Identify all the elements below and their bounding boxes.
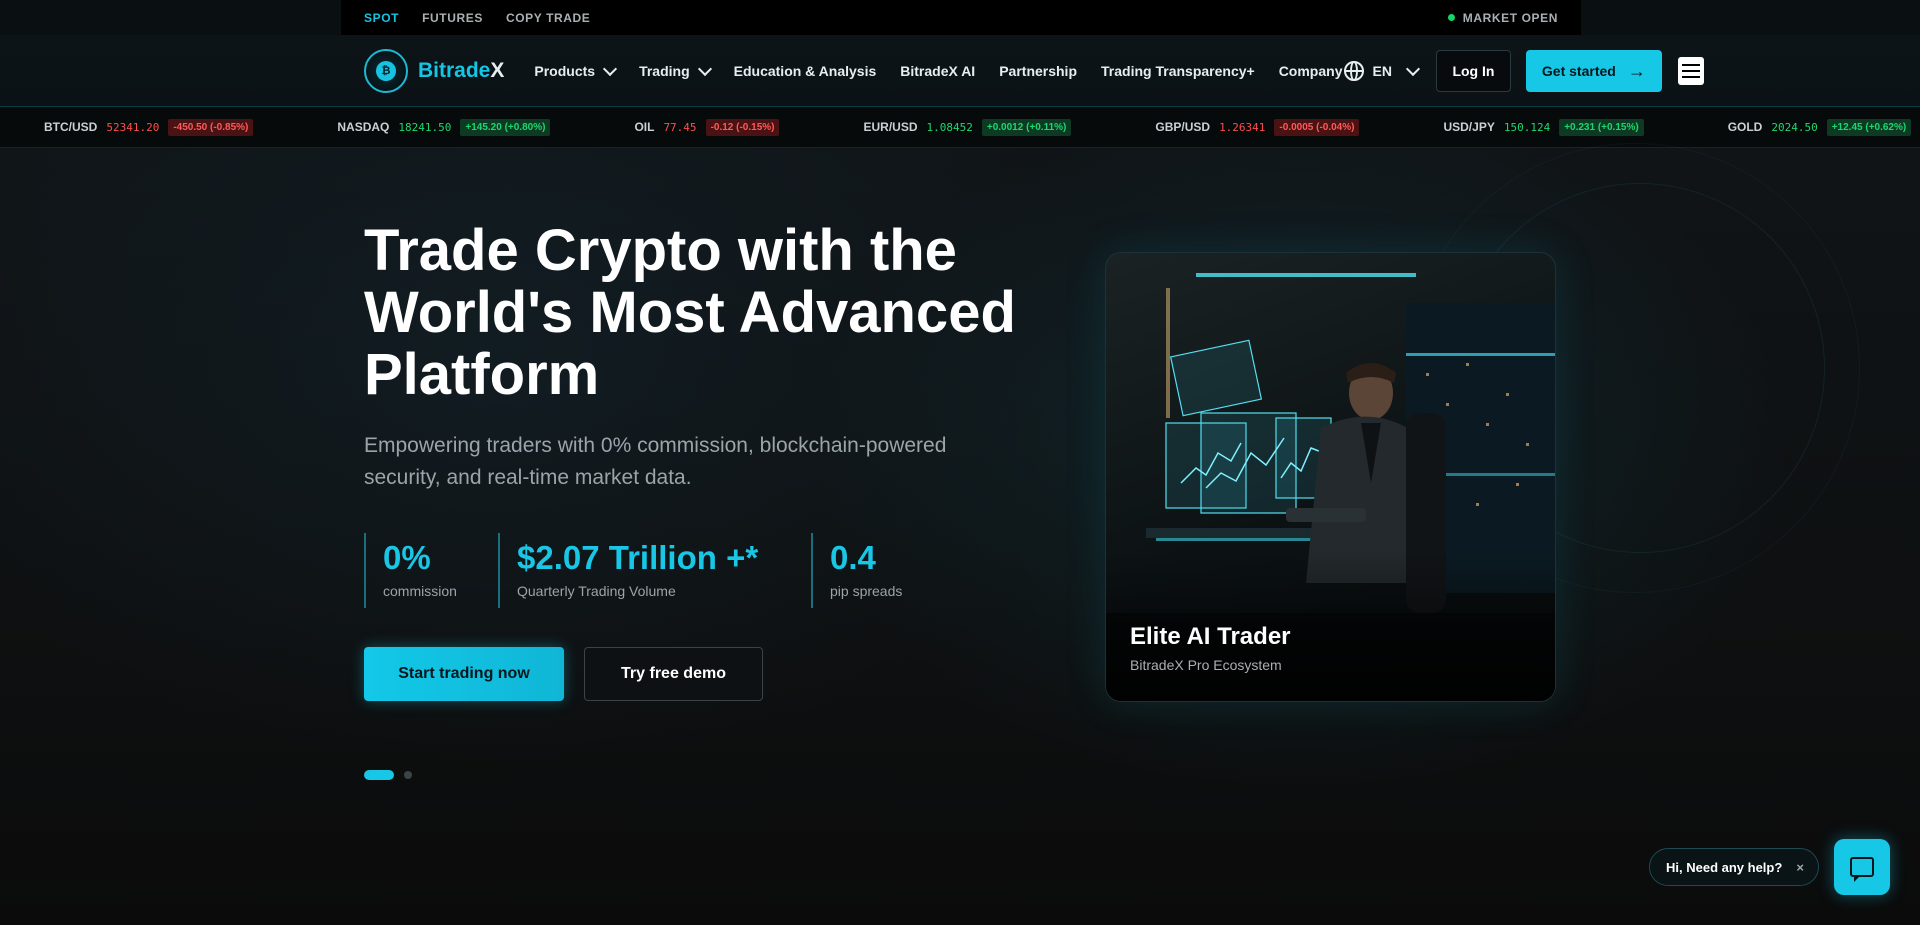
ticker-change: -0.0005 (-0.04%) bbox=[1274, 118, 1360, 136]
ticker-item[interactable]: OIL 77.45 -0.12 (-0.15%) bbox=[634, 118, 780, 136]
chevron-down-icon bbox=[1405, 61, 1421, 76]
card-title: Elite AI Trader bbox=[1130, 623, 1291, 650]
ticker-price: 1.08452 bbox=[926, 120, 973, 134]
ticker-symbol: USD/JPY bbox=[1443, 120, 1495, 134]
stat-value: 0.4 bbox=[830, 539, 876, 576]
nav-trading[interactable]: Trading bbox=[639, 61, 712, 79]
chat-bubble-icon bbox=[1850, 857, 1874, 882]
nav-partnership[interactable]: Partnership bbox=[999, 63, 1077, 79]
ticker-change: +0.231 (+0.15%) bbox=[1559, 118, 1644, 136]
market-status-label: MARKET OPEN bbox=[1462, 10, 1558, 25]
ticker-symbol: GOLD bbox=[1727, 120, 1763, 134]
arrow-right-icon: → bbox=[1627, 60, 1646, 81]
ticker-symbol: BTC/USD bbox=[44, 120, 98, 134]
stat-label: commission bbox=[383, 583, 457, 599]
language-selector[interactable]: EN bbox=[1344, 61, 1421, 81]
ticker-change: -0.12 (-0.15%) bbox=[705, 118, 780, 136]
carousel-dot-active[interactable] bbox=[364, 770, 394, 780]
ticker-symbol: EUR/USD bbox=[863, 120, 918, 134]
language-label: EN bbox=[1372, 63, 1392, 79]
hero-section: Trade Crypto with the World's Most Advan… bbox=[0, 143, 1920, 925]
ticker-item[interactable]: GOLD 2024.50 +12.45 (+0.62%) bbox=[1727, 118, 1912, 136]
chevron-down-icon bbox=[602, 61, 618, 76]
menu-icon[interactable] bbox=[1677, 57, 1704, 85]
start-trading-button[interactable]: Start trading now bbox=[364, 647, 564, 701]
chat-button[interactable] bbox=[1834, 839, 1890, 895]
globe-icon bbox=[1344, 61, 1365, 81]
logo-icon: ₿ bbox=[364, 49, 408, 93]
ticker-price: 1.26341 bbox=[1219, 120, 1266, 134]
get-started-label: Get started bbox=[1541, 63, 1616, 79]
ticker-price: 2024.50 bbox=[1771, 120, 1818, 134]
ticker-change: +145.20 (+0.80%) bbox=[460, 118, 551, 136]
mode-copy-trade[interactable]: COPY TRADE bbox=[506, 11, 590, 25]
chat-prompt[interactable]: Hi, Need any help? × bbox=[1649, 848, 1819, 886]
market-ticker: BTC/USD 52341.20 -450.50 (-0.85%) NASDAQ… bbox=[0, 107, 1920, 148]
stat-label: pip spreads bbox=[830, 583, 903, 599]
card-subtitle: BitradeX Pro Ecosystem bbox=[1130, 657, 1282, 673]
chat-prompt-label: Hi, Need any help? bbox=[1666, 859, 1783, 875]
ticker-price: 18241.50 bbox=[398, 120, 452, 134]
stat-value: 0% bbox=[383, 539, 431, 576]
ticker-price: 77.45 bbox=[663, 120, 697, 134]
chevron-down-icon bbox=[697, 61, 712, 76]
ticker-symbol: GBP/USD bbox=[1155, 120, 1211, 134]
nav-trading-label: Trading bbox=[639, 63, 690, 79]
status-dot-icon bbox=[1447, 14, 1455, 21]
hero-image-card: Elite AI Trader BitradeX Pro Ecosystem bbox=[1105, 252, 1556, 702]
try-demo-button[interactable]: Try free demo bbox=[584, 647, 763, 701]
get-started-button[interactable]: Get started → bbox=[1525, 50, 1662, 92]
stat-pip-spreads: 0.4 pip spreads bbox=[811, 533, 931, 608]
nav-products[interactable]: Products bbox=[534, 61, 618, 79]
carousel-dot[interactable] bbox=[404, 771, 412, 779]
hero-subhead: Empowering traders with 0% commission, b… bbox=[364, 434, 947, 489]
stat-commission: 0% commission bbox=[364, 533, 481, 608]
stat-value: $2.07 Trillion +* bbox=[517, 539, 759, 576]
brand-logo[interactable]: ₿ BitradeX bbox=[364, 49, 504, 93]
ticker-symbol: NASDAQ bbox=[337, 120, 390, 134]
ticker-change: +12.45 (+0.62%) bbox=[1826, 118, 1912, 136]
nav-products-label: Products bbox=[534, 63, 596, 79]
close-icon[interactable]: × bbox=[1796, 860, 1804, 875]
ticker-price: 52341.20 bbox=[106, 120, 160, 134]
login-button[interactable]: Log In bbox=[1435, 50, 1511, 92]
ticker-price: 150.124 bbox=[1503, 120, 1551, 134]
ticker-item[interactable]: NASDAQ 18241.50 +145.20 (+0.80%) bbox=[337, 118, 551, 136]
market-mode-bar: SPOT FUTURES COPY TRADE MARKET OPEN bbox=[341, 0, 1581, 35]
ticker-change: +0.0012 (+0.11%) bbox=[981, 118, 1072, 136]
nav-education[interactable]: Education & Analysis bbox=[734, 63, 877, 79]
carousel-indicators bbox=[364, 770, 412, 780]
main-navbar: ₿ BitradeX Products Trading Education & … bbox=[0, 35, 1920, 107]
market-status: MARKET OPEN bbox=[1447, 10, 1558, 25]
ticker-item[interactable]: EUR/USD 1.08452 +0.0012 (+0.11%) bbox=[863, 118, 1072, 136]
mode-futures[interactable]: FUTURES bbox=[422, 11, 483, 25]
ticker-item[interactable]: GBP/USD 1.26341 -0.0005 (-0.04%) bbox=[1155, 118, 1360, 136]
brand-name: BitradeX bbox=[418, 59, 505, 82]
stat-trading-volume: $2.07 Trillion +* Quarterly Trading Volu… bbox=[498, 533, 794, 608]
ticker-item[interactable]: USD/JPY 150.124 +0.231 (+0.15%) bbox=[1443, 118, 1644, 136]
hero-stats: 0% commission $2.07 Trillion +* Quarterl… bbox=[364, 533, 948, 608]
ticker-change: -450.50 (-0.85%) bbox=[168, 118, 254, 136]
nav-company[interactable]: Company bbox=[1279, 63, 1343, 79]
ticker-symbol: OIL bbox=[634, 120, 655, 134]
ticker-item[interactable]: BTC/USD 52341.20 -450.50 (-0.85%) bbox=[44, 118, 254, 136]
nav-trading-transparency[interactable]: Trading Transparency+ bbox=[1101, 63, 1255, 79]
mode-spot[interactable]: SPOT bbox=[364, 11, 399, 25]
nav-bitradex-ai[interactable]: BitradeX AI bbox=[900, 63, 975, 79]
stat-label: Quarterly Trading Volume bbox=[517, 583, 676, 599]
hero-headline: Trade Crypto with the World's Most Advan… bbox=[364, 218, 1016, 407]
